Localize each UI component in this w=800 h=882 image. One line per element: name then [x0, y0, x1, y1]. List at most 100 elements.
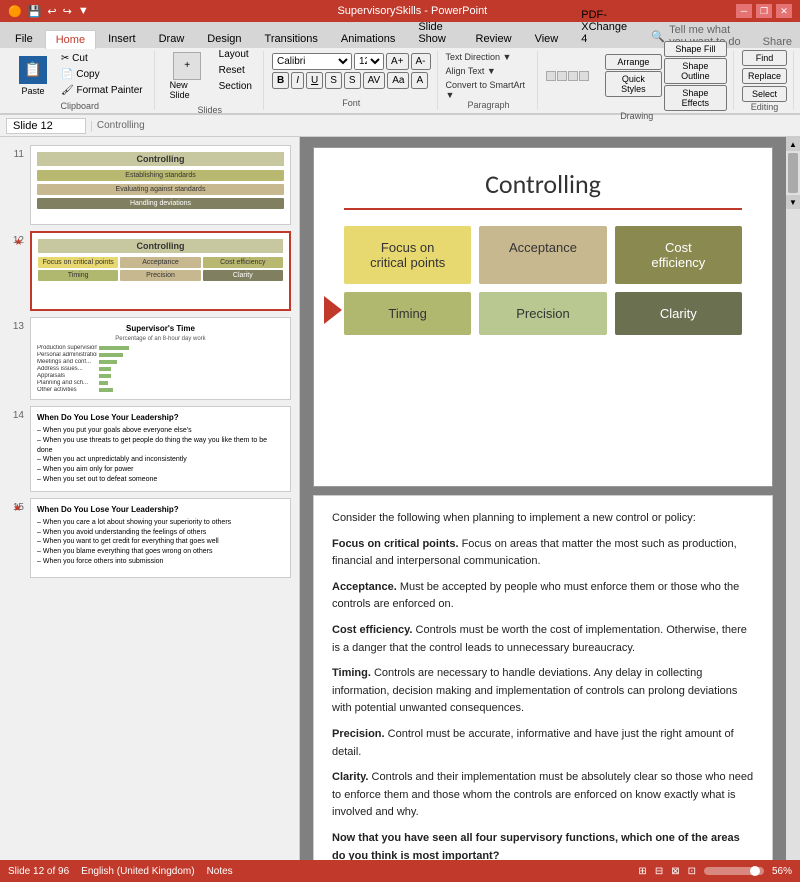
font-family-select[interactable]: Calibri — [272, 53, 352, 70]
tab-home[interactable]: Home — [45, 30, 96, 49]
scroll-up-button[interactable]: ▲ — [786, 137, 800, 151]
notes-question-bold: Now that you have seen all four supervis… — [332, 830, 754, 860]
vertical-scrollbar[interactable]: ▲ ▼ — [786, 137, 800, 860]
shape-item[interactable] — [568, 71, 578, 81]
font-decrease-button[interactable]: A- — [411, 53, 431, 70]
share-button[interactable]: Share — [755, 36, 800, 48]
slide-12-box-2: Acceptance — [120, 257, 200, 268]
underline-button[interactable]: U — [306, 72, 323, 89]
tab-draw[interactable]: Draw — [148, 29, 196, 48]
close-button[interactable]: ✕ — [776, 4, 792, 18]
slide-11-box-1: Establishing standards — [37, 170, 284, 181]
s15-bullet-3: – When you want to get credit for everyt… — [37, 537, 284, 547]
change-case-button[interactable]: Aa — [387, 72, 409, 89]
font-size-select[interactable]: 12 — [354, 53, 384, 70]
notes-term-2: Acceptance. — [332, 581, 397, 593]
shape-fill-button[interactable]: Shape Fill — [664, 41, 727, 57]
select-button[interactable]: Select — [742, 86, 787, 102]
strikethrough-button[interactable]: S — [325, 72, 342, 89]
notes-term-4: Timing. — [332, 667, 371, 679]
grid-cell-clarity: Clarity — [615, 292, 742, 335]
slide-item-12[interactable]: 12 Controlling Focus on critical points … — [8, 231, 291, 311]
text-direction-btn[interactable]: Text Direction ▼ — [446, 52, 532, 62]
shape-item[interactable] — [579, 71, 589, 81]
slide-11-content: Establishing standards Evaluating agains… — [37, 170, 284, 209]
slide-thumb-11[interactable]: Controlling Establishing standards Evalu… — [30, 145, 291, 225]
slides-buttons: + New Slide Layout Reset Section — [163, 47, 257, 105]
cut-button[interactable]: ✂ Cut — [56, 51, 148, 66]
shape-effects-button[interactable]: Shape Effects — [664, 85, 727, 111]
slide-item-14[interactable]: 14 When Do You Lose Your Leadership? – W… — [8, 406, 291, 492]
slides-panel[interactable]: 11 Controlling Establishing standards Ev… — [0, 137, 300, 860]
notes-term-6: Clarity. — [332, 771, 368, 783]
quick-undo[interactable]: ↩ — [47, 5, 56, 18]
slide-item-15[interactable]: 15 When Do You Lose Your Leadership? – W… — [8, 498, 291, 578]
find-button[interactable]: Find — [742, 50, 787, 66]
tab-transitions[interactable]: Transitions — [254, 29, 329, 48]
zoom-slider[interactable] — [704, 867, 764, 875]
quick-customize[interactable]: ▼ — [78, 5, 89, 17]
quick-styles-button[interactable]: Quick Styles — [605, 71, 662, 97]
scroll-down-button[interactable]: ▼ — [786, 195, 800, 209]
shape-outline-button[interactable]: Shape Outline — [664, 58, 727, 84]
font-row2: B I U S S AV Aa A — [272, 72, 431, 89]
italic-button[interactable]: I — [291, 72, 304, 89]
restore-button[interactable]: ❐ — [756, 4, 772, 18]
shadow-button[interactable]: S — [344, 72, 361, 89]
font-color-button[interactable]: A — [411, 72, 428, 89]
tab-design[interactable]: Design — [196, 29, 252, 48]
ribbon-group-drawing: Arrange Quick Styles Shape Fill Shape Ou… — [540, 51, 734, 110]
slide-ref-box[interactable]: Slide 12 — [6, 118, 86, 134]
quick-save[interactable]: 💾 — [28, 5, 42, 18]
shape-item[interactable] — [546, 71, 556, 81]
slide-thumb-15[interactable]: When Do You Lose Your Leadership? – When… — [30, 498, 291, 578]
ribbon-group-editing: Find Replace Select Editing — [736, 51, 794, 110]
format-painter-button[interactable]: 🖌 Format Painter — [56, 83, 148, 98]
paste-button[interactable]: 📋 Paste — [12, 51, 54, 101]
char-spacing-button[interactable]: AV — [363, 72, 386, 89]
grid-cell-cost: Costefficiency — [615, 226, 742, 284]
new-slide-button[interactable]: + New Slide — [163, 47, 212, 105]
tab-animations[interactable]: Animations — [330, 29, 406, 48]
quick-redo[interactable]: ↪ — [63, 5, 72, 18]
tab-file[interactable]: File — [4, 29, 44, 48]
slide-14-bullets: – When you put your goals above everyone… — [37, 426, 284, 485]
notes-term-1: Focus on critical points. — [332, 538, 459, 550]
title-bar: 🟠 💾 ↩ ↪ ▼ SupervisorySkills - PowerPoint… — [0, 0, 800, 22]
clipboard-label: Clipboard — [61, 101, 100, 111]
grid-cell-acceptance: Acceptance — [479, 226, 606, 284]
bar-row-3: Meetings and conf... — [37, 359, 284, 365]
grid-cell-precision: Precision — [479, 292, 606, 335]
reset-button[interactable]: Reset — [214, 63, 257, 78]
slide-11-title: Controlling — [37, 152, 284, 166]
section-button[interactable]: Section — [214, 79, 257, 94]
main-slide-title: Controlling — [344, 168, 742, 210]
slide-thumb-12[interactable]: Controlling Focus on critical points Acc… — [30, 231, 291, 311]
arrange-button[interactable]: Arrange — [605, 54, 662, 70]
copy-button[interactable]: 📄 Copy — [56, 67, 148, 82]
slide-number-11: 11 — [8, 149, 24, 160]
slide-item-11[interactable]: 11 Controlling Establishing standards Ev… — [8, 145, 291, 225]
tab-review[interactable]: Review — [465, 29, 523, 48]
tab-slideshow[interactable]: Slide Show — [407, 17, 463, 48]
notes-term-5: Precision. — [332, 728, 385, 740]
shapes-palette[interactable] — [546, 71, 603, 81]
minimize-button[interactable]: ─ — [736, 4, 752, 18]
shape-item[interactable] — [557, 71, 567, 81]
bullet-2: – When you use threats to get people do … — [37, 436, 284, 456]
bullet-5: – When you set out to defeat someone — [37, 475, 284, 485]
slide-15-bullets: – When you care a lot about showing your… — [37, 518, 284, 567]
slide-thumb-13[interactable]: Supervisor's Time Percentage of an 8-hou… — [30, 317, 291, 400]
layout-button[interactable]: Layout — [214, 47, 257, 62]
slide-item-13[interactable]: 13 Supervisor's Time Percentage of an 8-… — [8, 317, 291, 400]
bold-button[interactable]: B — [272, 72, 289, 89]
font-increase-button[interactable]: A+ — [386, 53, 409, 70]
slide-thumb-14[interactable]: When Do You Lose Your Leadership? – When… — [30, 406, 291, 492]
main-slide: Controlling Focus oncritical points Acce… — [313, 147, 773, 487]
s15-bullet-2: – When you avoid understanding the feeli… — [37, 528, 284, 538]
tab-insert[interactable]: Insert — [97, 29, 147, 48]
replace-button[interactable]: Replace — [742, 68, 787, 84]
scroll-thumb[interactable] — [788, 153, 798, 193]
align-text-btn[interactable]: Align Text ▼ — [446, 66, 532, 76]
smartart-btn[interactable]: Convert to SmartArt ▼ — [446, 80, 532, 100]
